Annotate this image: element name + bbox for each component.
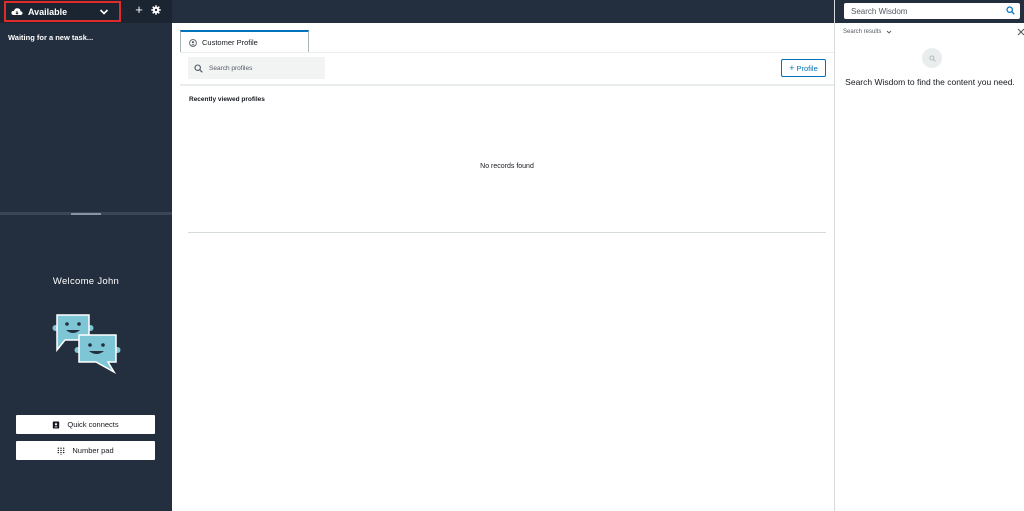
- tab-label: Customer Profile: [202, 38, 258, 47]
- app-root: Available + Waiting for a new task... We…: [0, 0, 1024, 511]
- agent-status-dropdown[interactable]: Available: [4, 1, 121, 22]
- number-pad-label: Number pad: [72, 446, 114, 455]
- search-results-dropdown[interactable]: Search results: [843, 29, 892, 35]
- empty-search-badge: [922, 48, 942, 68]
- plus-icon: +: [789, 63, 795, 73]
- wisdom-empty-message: Search Wisdom to find the content you ne…: [845, 77, 1015, 87]
- chat-bots-illustration: [52, 314, 121, 374]
- add-profile-button[interactable]: + Profile: [781, 59, 826, 77]
- quick-connects-button[interactable]: Quick connects: [16, 415, 155, 434]
- wisdom-search-input[interactable]: [851, 6, 1001, 16]
- gear-icon[interactable]: [151, 5, 161, 15]
- waiting-status-text: Waiting for a new task...: [8, 33, 94, 42]
- profile-search-input[interactable]: [209, 64, 319, 72]
- empty-state-message: No records found: [480, 163, 534, 170]
- search-icon[interactable]: [1006, 6, 1015, 15]
- chevron-down-icon: [887, 30, 892, 34]
- list-separator: [188, 232, 826, 233]
- address-book-icon: [53, 421, 60, 428]
- chevron-down-icon: [99, 9, 109, 15]
- add-button[interactable]: +: [133, 3, 145, 17]
- resize-handle[interactable]: [71, 213, 101, 215]
- quick-connects-label: Quick connects: [67, 420, 119, 429]
- agent-status-label: Available: [28, 6, 68, 17]
- search-icon: [928, 54, 936, 62]
- recent-profiles-heading: Recently viewed profiles: [189, 96, 265, 103]
- header-separator: [180, 84, 834, 86]
- number-pad-button[interactable]: Number pad: [16, 441, 155, 460]
- wisdom-panel: Search results Search Wisdom to find the…: [834, 0, 1024, 511]
- cloud-status-icon: [11, 7, 23, 15]
- tab-customer-profile[interactable]: Customer Profile: [180, 30, 309, 53]
- add-profile-label: Profile: [796, 63, 818, 73]
- ccp-panel: Available + Waiting for a new task... We…: [0, 0, 172, 511]
- keypad-icon: [57, 447, 65, 455]
- profile-search-box[interactable]: [188, 57, 325, 79]
- main-top-bar: [172, 0, 834, 23]
- tab-underline: [180, 52, 834, 53]
- welcome-text: Welcome John: [52, 276, 120, 287]
- user-circle-icon: [189, 38, 197, 47]
- search-results-label: Search results: [843, 29, 882, 35]
- wisdom-search-box[interactable]: [844, 3, 1020, 19]
- search-icon: [194, 63, 203, 73]
- close-icon[interactable]: [1017, 28, 1024, 36]
